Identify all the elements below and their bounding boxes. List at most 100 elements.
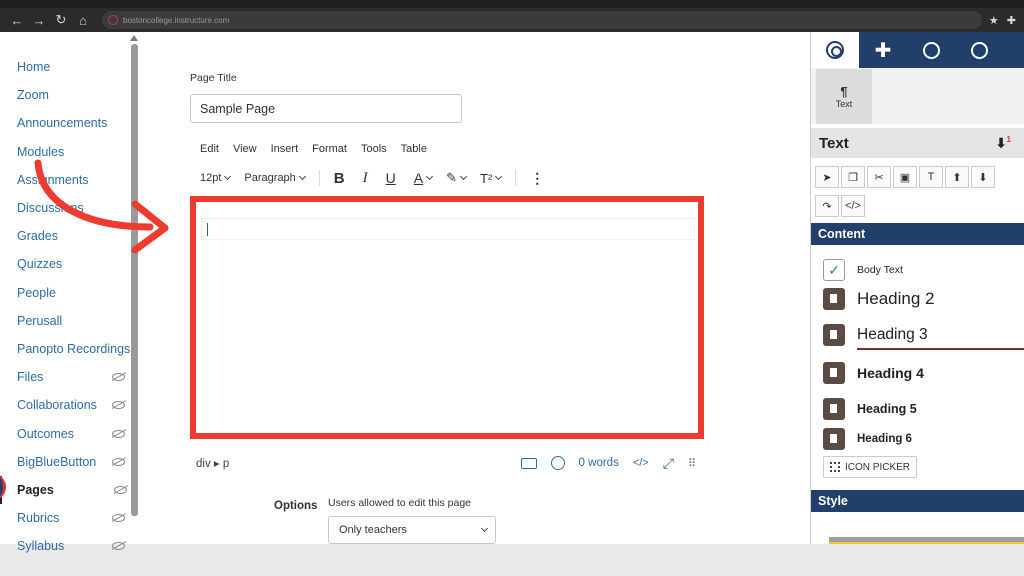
sidebar-item-home[interactable]: Home [0,53,140,81]
add-block-icon [823,428,845,450]
download-icon[interactable]: ⬇1 [996,135,1011,151]
superscript-button[interactable]: T² [480,171,503,186]
sidebar-item-grades[interactable]: Grades [0,222,140,250]
highlight-color-button[interactable]: ✎ [446,170,468,186]
plus-icon: ✚ [874,39,892,62]
menu-format[interactable]: Format [312,143,347,155]
clear-format-icon[interactable]: T [919,166,943,188]
site-icon [108,15,118,25]
italic-icon[interactable]: I [363,170,368,187]
more-options-icon[interactable]: ⋮ [530,170,544,187]
hidden-eye-icon [114,485,127,494]
browser-tab-strip [0,0,1024,8]
move-up-icon[interactable]: ⬆ [945,166,969,188]
sidebar-item-outcomes[interactable]: Outcomes [0,419,140,447]
design-tools-panel: ✚ ¶ Text Text ⬇1 ➤ ❐ ✂ ▣ T ⬆ ⬇ ↷ </> Con… [810,32,1024,544]
redo-icon[interactable]: ↷ [815,195,839,217]
tab-help[interactable] [955,32,1003,68]
add-block-icon [823,288,845,310]
block-format-select[interactable]: Paragraph [244,172,306,184]
keyboard-icon[interactable] [520,457,537,469]
panel-toolbar: ➤ ❐ ✂ ▣ T ⬆ ⬇ [815,166,995,188]
content-item-heading-2[interactable]: Heading 2 [823,288,935,310]
sidebar-item-announcements[interactable]: Announcements [0,109,140,137]
menu-view[interactable]: View [233,143,257,155]
editor-paragraph[interactable] [201,218,695,240]
sidebar-item-bigbluebutton[interactable]: BigBlueButton [0,448,140,476]
reload-icon[interactable]: ↻ [50,12,72,28]
sidebar-item-people[interactable]: People [0,279,140,307]
page-title-input[interactable] [190,94,462,123]
accessibility-icon [922,41,940,59]
browser-toolbar: ← → ↻ ⌂ bostoncollege.instructure.com ★ … [0,8,1024,32]
underline-icon[interactable]: U [386,170,396,186]
duplicate-icon[interactable]: ▣ [893,166,917,188]
tab-accessibility[interactable] [907,32,955,68]
hidden-eye-icon [112,401,125,410]
accessibility-checker-icon[interactable] [550,456,565,470]
home-icon[interactable]: ⌂ [72,13,94,28]
tab-target[interactable] [811,32,859,68]
select-icon[interactable]: ➤ [815,166,839,188]
back-icon[interactable]: ← [6,13,28,28]
element-path[interactable]: div ▸ p [196,456,229,470]
sidebar-item-collaborations[interactable]: Collaborations [0,391,140,419]
chevron-down-icon [495,172,503,181]
chevron-down-icon [298,172,306,181]
text-tile[interactable]: ¶ Text [816,69,872,124]
sidebar-item-syllabus[interactable]: Syllabus [0,532,140,560]
pilcrow-icon: ¶ [840,84,848,99]
menu-tools[interactable]: Tools [361,143,387,155]
content-item-heading-6[interactable]: Heading 6 [823,428,912,450]
hidden-eye-icon [112,429,125,438]
font-size-select[interactable]: 12pt [200,172,232,184]
edit-permission-select[interactable]: Only teachers [328,516,496,544]
sidebar-item-assignments[interactable]: Assignments [0,166,140,194]
html-editor-icon[interactable]: </> [633,457,649,469]
fullscreen-icon[interactable]: ⤢ [663,455,674,472]
hidden-eye-icon [112,457,125,466]
content-item-heading-5[interactable]: Heading 5 [823,398,917,420]
panel-scrollbar[interactable] [829,537,1024,544]
sidebar-item-perusall[interactable]: Perusall [0,307,140,335]
page-editor: Page Title Edit View Insert Format Tools… [140,32,810,544]
resize-handle-icon[interactable]: ⠿ [688,457,696,470]
bold-icon[interactable]: B [334,170,345,187]
move-down-icon[interactable]: ⬇ [971,166,995,188]
sidebar-item-modules[interactable]: Modules [0,138,140,166]
editor-toolbar: 12pt Paragraph B I U A ✎ T² ⋮ [200,168,544,188]
editor-body-highlighted[interactable] [190,196,704,439]
sidebar-item-rubrics[interactable]: Rubrics [0,504,140,532]
sidebar-item-files[interactable]: Files [0,363,140,391]
style-section-title[interactable]: Style [811,490,1024,512]
menu-edit[interactable]: Edit [200,143,219,155]
sidebar-item-panopto[interactable]: Panopto Recordings [0,335,140,363]
add-block-icon [823,362,845,384]
forward-icon[interactable]: → [28,13,50,28]
cut-icon[interactable]: ✂ [867,166,891,188]
address-bar[interactable]: bostoncollege.instructure.com [102,11,982,29]
content-item-body-text[interactable]: ✓ Body Text [823,259,903,281]
menu-table[interactable]: Table [401,143,427,155]
content-section-title[interactable]: Content [811,223,1024,245]
url-text: bostoncollege.instructure.com [123,15,230,25]
sidebar-item-zoom[interactable]: Zoom [0,81,140,109]
sidebar-item-discussions[interactable]: Discussions [0,194,140,222]
extensions-icon[interactable]: ✚ [1007,14,1016,27]
copy-icon[interactable]: ❐ [841,166,865,188]
content-item-heading-3[interactable]: Heading 3 [823,324,928,346]
chevron-down-icon [480,524,489,533]
icon-picker-button[interactable]: ICON PICKER [823,456,918,478]
hidden-eye-icon [112,373,125,382]
content-item-heading-4[interactable]: Heading 4 [823,362,924,384]
menu-insert[interactable]: Insert [271,143,299,155]
text-color-button[interactable]: A [414,170,434,186]
tab-add[interactable]: ✚ [859,32,907,68]
sidebar-item-pages[interactable]: Pages [0,475,140,504]
bookmark-star-icon[interactable]: ★ [989,14,999,27]
course-navigation: Home Zoom Announcements Modules Assignme… [0,32,140,553]
code-view-icon[interactable]: </> [841,195,865,217]
scroll-up-icon[interactable] [130,35,138,41]
sidebar-item-quizzes[interactable]: Quizzes [0,250,140,278]
word-count[interactable]: 0 words [579,457,619,469]
